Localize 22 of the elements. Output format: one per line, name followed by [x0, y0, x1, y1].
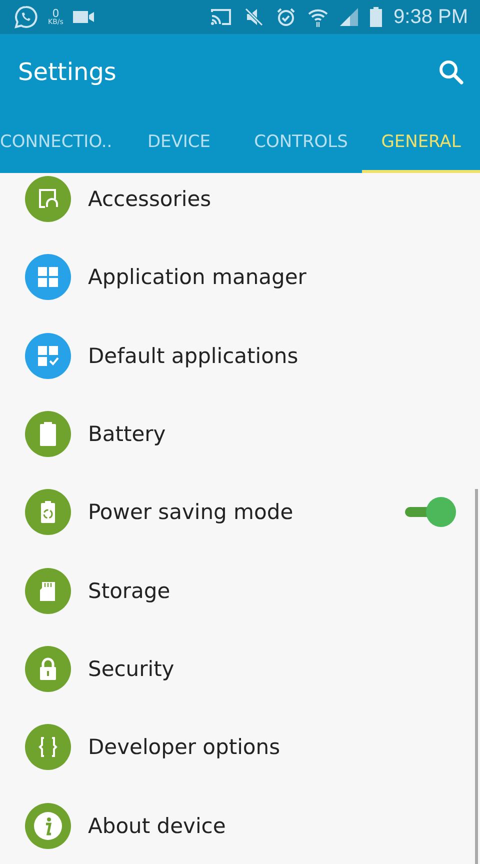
setting-label[interactable]: Developer options	[88, 735, 455, 760]
setting-label[interactable]: Application manager	[88, 265, 455, 290]
search-icon[interactable]	[438, 59, 464, 85]
alarm-icon	[276, 7, 296, 27]
video-camera-icon	[73, 10, 96, 24]
speed-value: 0	[52, 8, 60, 19]
setting-label[interactable]: Accessories	[88, 187, 455, 212]
toggle-switch[interactable]	[404, 497, 456, 528]
setting-label[interactable]: Battery	[88, 422, 455, 446]
battery-status-icon	[370, 7, 382, 27]
setting-label[interactable]: Storage	[88, 578, 455, 603]
setting-label[interactable]: Power saving mode	[88, 500, 404, 524]
setting-label[interactable]: About device	[88, 814, 455, 838]
mute-icon	[244, 8, 264, 26]
setting-label[interactable]: Default applications	[88, 344, 455, 368]
clock: 9:38 PM	[394, 6, 468, 28]
page-title: Settings	[18, 58, 116, 86]
chat-icon	[14, 5, 38, 29]
setting-label[interactable]: Security	[88, 656, 455, 681]
cast-icon	[210, 8, 232, 26]
wifi-icon	[308, 7, 328, 27]
signal-icon	[340, 8, 358, 26]
